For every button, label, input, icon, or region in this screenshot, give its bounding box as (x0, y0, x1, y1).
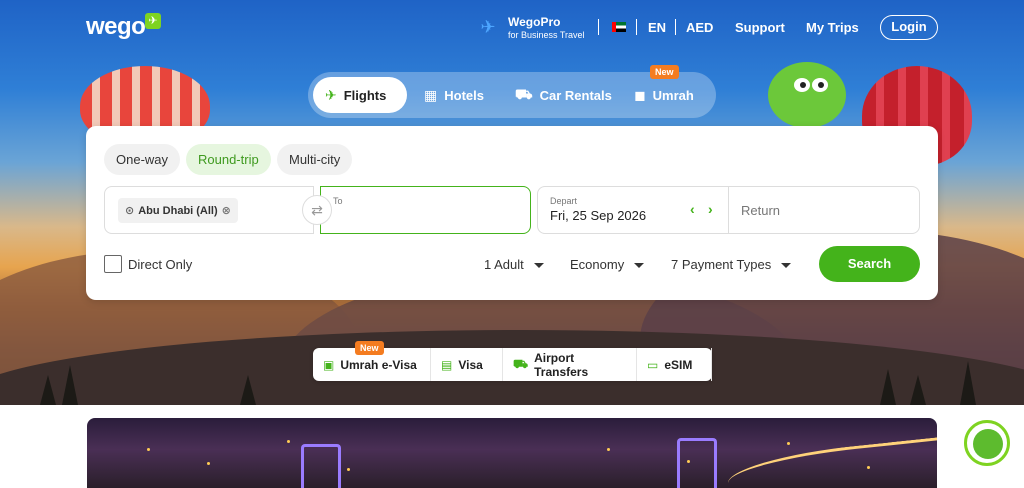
wegopro-subtitle[interactable]: for Business Travel (508, 30, 585, 40)
depart-field[interactable]: Depart Fri, 25 Sep 2026 ‹ › (537, 186, 729, 234)
clear-icon[interactable]: ⊗ (222, 204, 231, 217)
divider (675, 19, 676, 35)
direct-only-checkbox[interactable] (104, 255, 122, 273)
search-button[interactable]: Search (819, 246, 920, 282)
payment-types-dropdown[interactable]: 7 Payment Types (671, 257, 792, 272)
cabin-dropdown[interactable]: Economy (570, 257, 645, 272)
cabin-value: Economy (570, 257, 625, 272)
chat-assistant-button[interactable] (964, 420, 1010, 466)
direct-only-label[interactable]: Direct Only (128, 257, 192, 272)
tab-label: Umrah (652, 87, 694, 103)
to-label: To (333, 196, 343, 206)
services-bar: ▣ Umrah e-Visa ▤ Visa ⛟ Airport Transfer… (313, 341, 712, 381)
wego-logo[interactable]: wego (86, 13, 146, 41)
tab-label: Car Rentals (539, 87, 612, 103)
uae-flag-icon[interactable] (612, 22, 626, 32)
tab-flights[interactable]: ✈ Flights (313, 77, 407, 113)
depart-value: Fri, 25 Sep 2026 (550, 208, 647, 223)
my-trips-link[interactable]: My Trips (806, 20, 859, 35)
tab-umrah[interactable]: ◼ Umrah (622, 77, 706, 113)
from-field[interactable]: ⊙ Abu Dhabi (All) ⊗ (104, 186, 314, 234)
swap-button[interactable]: ⇄ (302, 195, 332, 225)
plane-icon: ✈ (145, 13, 161, 29)
passport-icon: ▤ (441, 357, 453, 372)
kaaba-icon: ◼ (634, 86, 646, 103)
wego-mascot (758, 52, 858, 132)
trip-type-round-trip[interactable]: Round-trip (186, 144, 271, 175)
divider (598, 19, 599, 35)
caret-down-icon (634, 263, 645, 269)
product-tabs: ✈ Flights ▦ Hotels ⛟ Car Rentals ◼ Umrah… (308, 65, 716, 118)
service-label: Umrah e-Visa (340, 357, 417, 372)
top-navbar: wego ✈ ✈ WegoPro for Business Travel EN … (0, 0, 1024, 56)
service-esim[interactable]: ▭ eSIM (637, 348, 712, 381)
origin-value: Abu Dhabi (All) (138, 204, 218, 217)
service-airport-transfers[interactable]: ⛟ Airport Transfers (503, 348, 637, 381)
caret-down-icon (781, 263, 792, 269)
passengers-dropdown[interactable]: 1 Adult (484, 257, 544, 272)
service-label: Visa (458, 357, 483, 372)
support-link[interactable]: Support (735, 20, 785, 35)
passengers-value: 1 Adult (484, 257, 524, 272)
hotel-icon: ▦ (424, 86, 438, 103)
return-field[interactable]: Return (728, 186, 920, 234)
depart-label: Depart (550, 196, 578, 206)
payment-value: 7 Payment Types (671, 257, 772, 272)
tab-label: Flights (343, 87, 387, 103)
language-selector[interactable]: EN (648, 20, 666, 35)
new-badge: New (355, 341, 384, 355)
trip-type-one-way[interactable]: One-way (104, 144, 181, 175)
location-pin-icon: ⊙ (125, 205, 135, 217)
service-label: eSIM (664, 357, 693, 372)
trip-type-multi-city[interactable]: Multi-city (277, 144, 353, 175)
divider (636, 19, 637, 35)
chevron-left-icon[interactable]: ‹ (690, 201, 695, 217)
new-badge: New (650, 65, 679, 79)
login-button[interactable]: Login (880, 15, 938, 40)
tab-hotels[interactable]: ▦ Hotels (412, 77, 496, 113)
esim-icon: ▭ (647, 357, 659, 372)
visa-icon: ▣ (323, 357, 335, 372)
mascot-avatar (973, 429, 1003, 459)
swap-icon: ⇄ (311, 202, 323, 218)
return-placeholder: Return (741, 203, 781, 218)
promo-banner[interactable] (87, 418, 937, 488)
tab-label: Hotels (444, 87, 484, 103)
origin-chip[interactable]: ⊙ Abu Dhabi (All) ⊗ (118, 198, 238, 223)
taxi-icon: ⛟ (513, 356, 529, 371)
to-field[interactable]: To (320, 186, 531, 234)
service-visa[interactable]: ▤ Visa (431, 348, 503, 381)
plane-icon: ✈ (325, 86, 337, 103)
chevron-right-icon[interactable]: › (708, 201, 713, 217)
flight-search-panel: One-way Round-trip Multi-city ⊙ Abu Dhab… (86, 126, 938, 300)
caret-down-icon (533, 263, 544, 269)
wegopro-title[interactable]: WegoPro (508, 15, 560, 29)
service-label: Airport Transfers (534, 350, 589, 379)
tab-car-rentals[interactable]: ⛟ Car Rentals (503, 77, 624, 113)
car-icon: ⛟ (515, 85, 533, 102)
wegopro-icon[interactable]: ✈ (478, 17, 498, 37)
currency-selector[interactable]: AED (686, 20, 713, 35)
